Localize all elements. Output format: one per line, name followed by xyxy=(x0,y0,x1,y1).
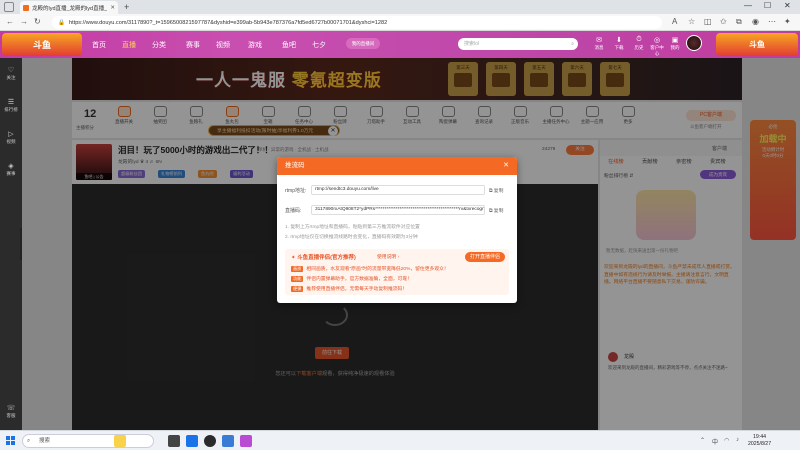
copy-key-button[interactable]: ⧉ 复制 xyxy=(489,207,503,214)
menu-live[interactable]: 直播 xyxy=(122,40,136,50)
back-icon[interactable]: ← xyxy=(6,17,14,26)
menu-home[interactable]: 首页 xyxy=(92,40,106,50)
menu-video[interactable]: 视频 xyxy=(216,40,230,50)
taskbar-search-icon: ⌕ xyxy=(27,438,31,444)
volume-icon[interactable]: ♪ xyxy=(736,437,739,443)
header-history-button[interactable]: ⏱ 历史 xyxy=(632,36,646,51)
dialog-title: 推流码 xyxy=(285,162,305,169)
copilot-icon[interactable]: ✦ xyxy=(784,17,791,26)
douyu-favicon-icon xyxy=(23,4,29,11)
dialog-note-1: 1. 复制上方rtmp地址和直播码，粘贴到第三方推流软件对应位置 xyxy=(285,225,420,230)
refresh-icon[interactable]: ↻ xyxy=(34,17,41,26)
promo-help-link[interactable]: 使用说明 › xyxy=(377,253,399,260)
app-circle-icon[interactable] xyxy=(204,435,216,447)
left-sidebar: ♡ 关注 ☰ 排行榜 ▷ 视频 ◈ 赛事 ☏ 客服 xyxy=(0,58,22,430)
browser-menu-icon[interactable] xyxy=(4,2,14,12)
douyu-logo[interactable]: 斗鱼 xyxy=(2,33,82,56)
taskbar-clock[interactable]: 19:44 2025/8/27 xyxy=(748,434,771,448)
search-icon[interactable]: ⌕ xyxy=(571,38,574,50)
open-companion-button[interactable]: 打开直播伴侣 xyxy=(465,252,505,262)
browser-tab[interactable]: 龙殿的lyd直播_龙殿的lyd直播_斗 ✕ xyxy=(20,1,118,14)
promo-title: ✦ 斗鱼直播伴侣(官方推荐) xyxy=(291,255,356,261)
read-aloud-icon[interactable]: A xyxy=(672,17,677,26)
split-screen-icon[interactable]: ◫ xyxy=(704,17,712,26)
companion-promo: ✦ 斗鱼直播伴侣(官方推荐) 使用说明 › 打开直播伴侣 画质 相同画质，水友观看… xyxy=(285,249,509,295)
tray-chevron-icon[interactable]: ⌃ xyxy=(700,437,705,444)
sidebar-item-rank[interactable]: ☰ 排行榜 xyxy=(0,98,22,113)
tray-language[interactable]: 中 xyxy=(712,437,718,446)
promo-line-convenience: 便捷 推荐使用直播伴侣，无需每天手动复制推流码！ xyxy=(291,286,408,292)
stream-key-dialog: 推流码 ✕ rtmp地址: rtmp://sendtc3.douyu.com/l… xyxy=(277,157,517,303)
browser-tab-bar: 龙殿的lyd直播_龙殿的lyd直播_斗 ✕ + — ☐ ✕ xyxy=(0,0,800,14)
sidebar-item-events[interactable]: ◈ 赛事 xyxy=(0,162,22,177)
menu-qixi[interactable]: 七夕 xyxy=(312,40,326,50)
collections-icon[interactable]: ⧉ xyxy=(736,17,742,27)
promo-line-function: 功能 伴侣内置弹幕助手，官方数据准确，全面，可靠！ xyxy=(291,276,412,282)
event-logo[interactable]: 斗鱼 xyxy=(716,33,798,56)
address-bar: ← → ↻ 🔒 https://www.douyu.com/3117890?_t… xyxy=(0,14,800,31)
tab-close-icon[interactable]: ✕ xyxy=(110,5,115,11)
site-search-placeholder: 搜索lol xyxy=(464,41,480,47)
menu-events[interactable]: 赛事 xyxy=(186,40,200,50)
minimize-icon[interactable]: — xyxy=(744,1,752,10)
header-message-button[interactable]: ✉ 消息 xyxy=(592,36,606,51)
taskbar-search[interactable]: ⌕ 搜索 xyxy=(22,434,154,448)
more-icon[interactable]: ⋯ xyxy=(768,17,776,26)
tab-title: 龙殿的lyd直播_龙殿的lyd直播_斗 xyxy=(32,5,108,12)
rtmp-label: rtmp地址: xyxy=(285,188,307,194)
dialog-note-2: 2. rtmp地址仅在切换推流线路时会变化，直播码有效期为3分钟 xyxy=(285,235,418,240)
promo-line-quality: 画质 相同画质，水友观看“原画”时的流量带宽降低20%，留住更多观众！ xyxy=(291,266,449,272)
douyu-app-icon[interactable] xyxy=(240,435,252,447)
stream-key-field[interactable]: 3117890rxAtQ908T2*ydPRs*****************… xyxy=(311,205,485,215)
header-download-button[interactable]: ⬇ 下载 xyxy=(612,36,626,51)
new-tab-button[interactable]: + xyxy=(124,2,129,12)
window-close-icon[interactable]: ✕ xyxy=(784,1,791,10)
windows-start-icon[interactable] xyxy=(6,436,16,446)
dialog-header: 推流码 ✕ xyxy=(277,157,517,175)
url-field[interactable]: 🔒 https://www.douyu.com/3117890?_t=15965… xyxy=(52,16,662,29)
sidebar-item-service[interactable]: ☏ 客服 xyxy=(0,404,22,419)
menu-games[interactable]: 游戏 xyxy=(248,40,262,50)
copy-rtmp-button[interactable]: ⧉ 复制 xyxy=(489,187,503,194)
widget-icon[interactable] xyxy=(114,435,126,447)
key-label: 直播码: xyxy=(285,208,302,214)
sidebar-item-follow[interactable]: ♡ 关注 xyxy=(0,66,22,81)
wifi-icon[interactable]: ◠ xyxy=(724,437,729,444)
favorites-icon[interactable]: ✩ xyxy=(720,17,727,26)
forward-icon[interactable]: → xyxy=(20,17,28,26)
dialog-close-icon[interactable]: ✕ xyxy=(503,157,509,175)
my-room-pill[interactable]: 我的直播间 xyxy=(346,38,380,49)
url-text: https://www.douyu.com/3117890?_t=1596500… xyxy=(68,19,388,26)
menu-fishbar[interactable]: 鱼吧 xyxy=(282,40,296,50)
header-center-button[interactable]: ◎ 客户中心 xyxy=(650,36,664,57)
site-header: 斗鱼 首页 直播 分类 赛事 视频 游戏 鱼吧 七夕 我的直播间 搜索lol ⌕… xyxy=(0,31,800,58)
maximize-icon[interactable]: ☐ xyxy=(764,1,771,10)
edge-icon[interactable] xyxy=(186,435,198,447)
profile-icon[interactable]: ◉ xyxy=(752,17,759,26)
header-mine-button[interactable]: ▣ 我的 xyxy=(668,36,682,51)
task-view-icon[interactable] xyxy=(168,435,180,447)
user-avatar[interactable] xyxy=(686,35,702,51)
windows-taskbar: ⌕ 搜索 ⌃ 中 ◠ ♪ 19:44 2025/8/27 xyxy=(0,430,800,450)
file-explorer-icon[interactable] xyxy=(222,435,234,447)
site-search-input[interactable]: 搜索lol ⌕ xyxy=(458,38,578,50)
menu-category[interactable]: 分类 xyxy=(152,40,166,50)
lock-icon: 🔒 xyxy=(58,19,65,26)
rtmp-address-field[interactable]: rtmp://sendtc3.douyu.com/live xyxy=(311,185,485,195)
sidebar-item-video[interactable]: ▷ 视频 xyxy=(0,130,22,145)
favorite-star-icon[interactable]: ☆ xyxy=(688,17,695,26)
